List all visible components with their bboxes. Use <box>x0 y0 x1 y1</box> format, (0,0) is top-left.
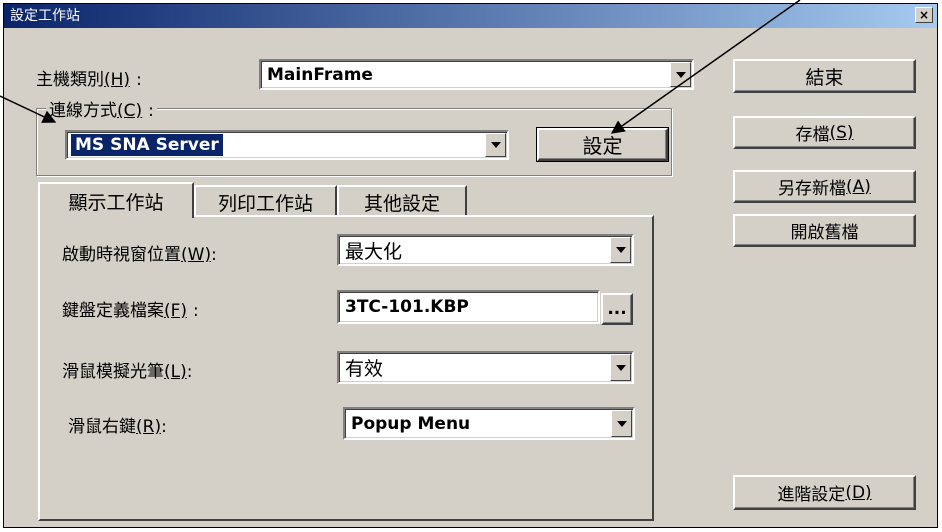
startup-position-value: 最大化 <box>345 240 403 263</box>
keyboard-file-label: 鍵盤定義檔案(F): <box>62 301 199 321</box>
annotation-arrow-left <box>0 95 57 123</box>
keyboard-file-input[interactable]: 3TC-101.KBP <box>337 290 600 324</box>
mouse-right-value: Popup Menu <box>351 413 471 434</box>
annotation-arrows <box>0 0 801 134</box>
chevron-down-icon <box>615 364 626 371</box>
startup-position-select[interactable]: 最大化 <box>337 234 634 266</box>
startup-position-dropdown-button[interactable] <box>610 237 631 263</box>
mouse-lightpen-dropdown-button[interactable] <box>610 354 631 381</box>
annotation-arrow-right <box>610 0 801 134</box>
mouse-right-dropdown-button[interactable] <box>611 410 632 437</box>
mouse-lightpen-label: 滑鼠模擬光筆(L): <box>62 362 193 382</box>
startup-position-label: 啟動時視窗位置(W): <box>62 245 217 265</box>
browse-button[interactable]: ... <box>601 293 633 325</box>
keyboard-file-value: 3TC-101.KBP <box>345 297 469 317</box>
mouse-lightpen-select[interactable]: 有效 <box>337 351 634 384</box>
chevron-down-icon <box>615 247 626 253</box>
tab-display-workstation[interactable]: 顯示工作站 <box>38 182 194 218</box>
mouse-right-label: 滑鼠右鍵(R): <box>68 417 167 437</box>
mouse-lightpen-value: 有效 <box>345 358 384 380</box>
chevron-down-icon <box>616 420 627 427</box>
mouse-right-select[interactable]: Popup Menu <box>343 407 635 440</box>
